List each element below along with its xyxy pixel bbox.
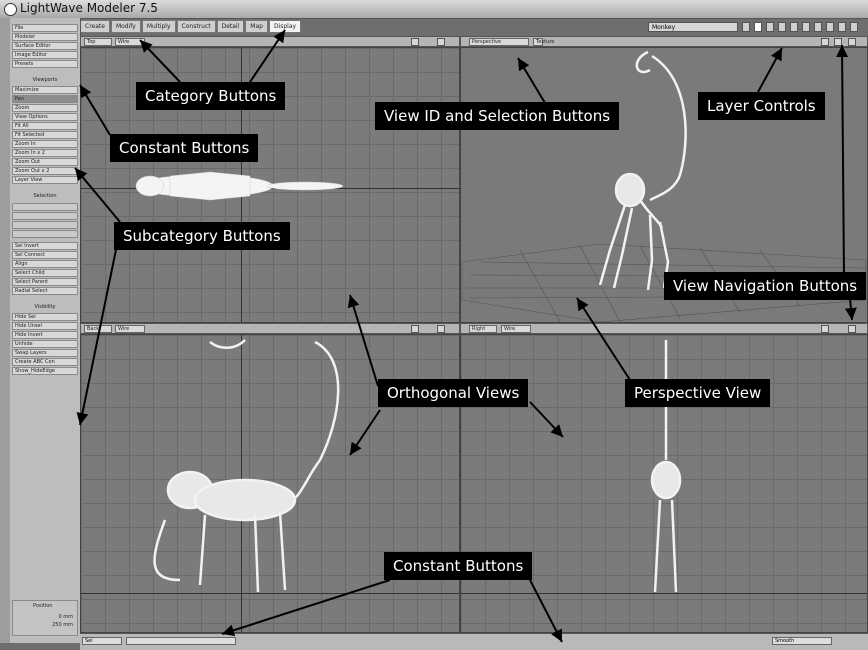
callout-subcategory-buttons: Subcategory Buttons <box>114 222 290 250</box>
arrow-layer <box>757 47 783 93</box>
arrow-ortho-left <box>349 409 381 456</box>
callout-category-buttons: Category Buttons <box>136 82 286 110</box>
callout-orthogonal-views: Orthogonal Views <box>378 379 529 407</box>
arrow-ortho-up <box>347 294 379 387</box>
arrow-subcategory-down <box>76 239 119 426</box>
arrow-constant-bottom-right <box>529 579 563 643</box>
callout-perspective-view: Perspective View <box>625 379 771 407</box>
callout-constant-buttons-top: Constant Buttons <box>110 134 259 162</box>
arrow-view-nav-top <box>836 44 849 277</box>
arrow-view-id <box>517 57 546 104</box>
arrow-category-right <box>249 29 286 83</box>
arrow-constant-bottom-left <box>221 579 391 637</box>
arrow-ortho-right <box>529 401 564 438</box>
arrow-category-left <box>139 39 181 83</box>
arrow-perspective <box>576 297 631 381</box>
callout-view-id-selection: View ID and Selection Buttons <box>375 102 620 130</box>
callout-constant-buttons-bottom: Constant Buttons <box>384 552 533 580</box>
arrow-constant-top <box>79 84 111 136</box>
callout-layer-controls: Layer Controls <box>698 92 825 120</box>
callout-view-navigation: View Navigation Buttons <box>664 272 867 300</box>
arrow-subcategory-up <box>74 167 121 223</box>
